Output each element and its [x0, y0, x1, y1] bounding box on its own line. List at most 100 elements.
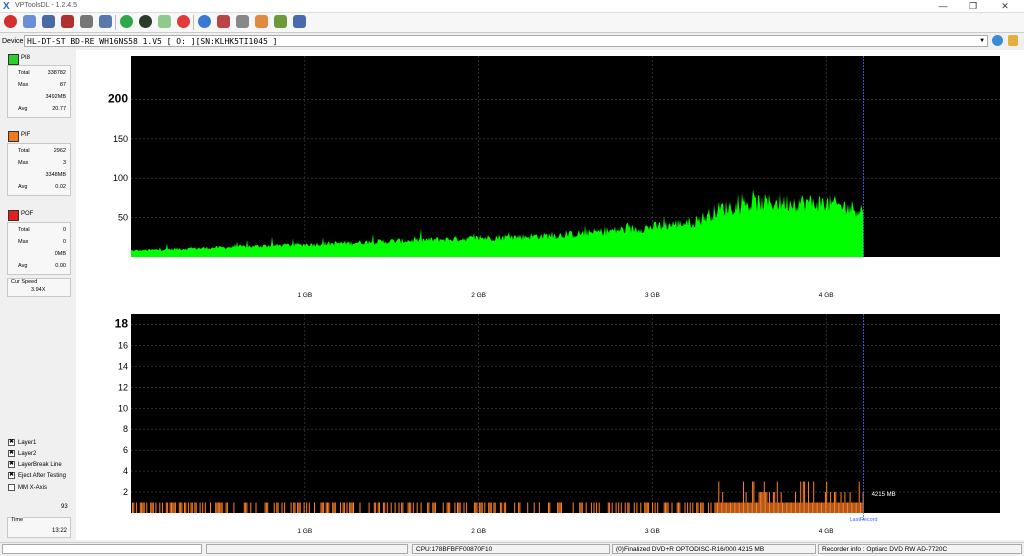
pif-bar — [519, 502, 521, 513]
pif-bar — [346, 502, 348, 513]
pif-bar — [255, 502, 257, 513]
save-icon[interactable] — [293, 15, 306, 28]
toolbar-separator — [115, 15, 116, 30]
pif-bar — [408, 502, 410, 513]
pif-bar — [132, 502, 133, 513]
minimize-button[interactable]: — — [928, 0, 958, 12]
pif-bar — [702, 502, 704, 513]
mmx-checkbox[interactable]: MM X-Axis — [8, 484, 47, 491]
pif-bar — [493, 502, 495, 513]
pif-y-tick-label: 6 — [123, 445, 128, 455]
disc-icon[interactable] — [139, 15, 152, 28]
pif-bar — [727, 502, 729, 513]
pif-bar — [624, 502, 626, 513]
pif-bar — [202, 502, 204, 513]
stop-icon[interactable] — [177, 15, 190, 28]
pif-bar — [172, 502, 174, 513]
print-icon[interactable] — [236, 15, 249, 28]
pif-bar — [697, 502, 699, 513]
maximize-button[interactable]: ❐ — [958, 0, 988, 12]
pi8-x-tick-label: 2 GB — [471, 292, 486, 299]
stat-key: Avg — [18, 263, 28, 269]
pif-bar — [446, 502, 448, 513]
power-icon[interactable] — [4, 15, 17, 28]
stat-key: Max — [18, 160, 29, 166]
pif-bar — [328, 502, 330, 513]
pif-bar — [756, 502, 757, 513]
lock-icon[interactable] — [1008, 35, 1018, 46]
pif-bar — [731, 502, 733, 513]
pif-bar — [687, 502, 689, 513]
pif-stats: Total 2962 Max 3 3348MB Avg 0.02 — [7, 143, 71, 196]
pif-bar — [489, 502, 491, 513]
pif-bar — [281, 502, 283, 513]
pif-bar — [801, 502, 803, 513]
info-icon[interactable] — [198, 15, 211, 28]
drive-icon[interactable] — [42, 15, 55, 28]
burn-icon[interactable] — [99, 15, 112, 28]
pif-bar — [843, 502, 845, 513]
scan-icon[interactable] — [23, 15, 36, 28]
pif-bar — [744, 502, 746, 513]
refresh-device-icon[interactable] — [992, 35, 1003, 46]
stat-key: Total — [18, 148, 30, 154]
pif-bar — [169, 502, 171, 513]
pif-bar — [303, 502, 305, 513]
pof-total: 0 — [62, 227, 66, 233]
stat-key: Max — [18, 82, 29, 88]
pif-bar — [753, 481, 755, 513]
pif-bar — [607, 502, 609, 513]
reader-icon[interactable] — [217, 15, 230, 28]
test-count: 93 — [61, 504, 68, 510]
pif-bar — [442, 502, 444, 513]
pif-bar — [454, 502, 456, 513]
refresh-icon[interactable] — [120, 15, 133, 28]
pif-bar — [783, 502, 785, 513]
eject-icon[interactable] — [61, 15, 74, 28]
pif-bar — [676, 502, 678, 513]
pi8-x-tick-label: 1 GB — [297, 292, 312, 299]
close-button[interactable]: ✕ — [990, 0, 1020, 12]
pif-bar — [459, 502, 461, 513]
speed-label: Cur Speed — [11, 279, 38, 285]
chevron-down-icon[interactable]: ▼ — [977, 36, 987, 46]
pif-bar — [276, 502, 278, 513]
pif-bar — [766, 492, 768, 513]
device-select[interactable]: HL-DT-ST BD-RE WH16NS58 1.V5 [ O: ][SN:K… — [24, 35, 988, 47]
pif-bar — [759, 492, 761, 513]
pif-bar — [845, 502, 847, 513]
pif-bar — [466, 502, 468, 513]
title-bar: X VPToolsDL - 1.2.4.5 — ❐ ✕ — [0, 0, 1024, 13]
pif-bar — [267, 502, 269, 513]
pif-avg: 0.02 — [55, 184, 66, 190]
pif-bar — [722, 492, 724, 513]
layer2-checkbox[interactable]: ✖ Layer2 — [8, 450, 36, 457]
pif-bar — [390, 502, 392, 513]
pif-bar — [646, 502, 648, 513]
time-box: Time 13:22 — [7, 517, 71, 538]
pif-bar — [457, 502, 458, 513]
verify-icon[interactable] — [158, 15, 171, 28]
pif-y-tick-label: 4 — [123, 466, 128, 476]
pif-bar — [284, 502, 286, 513]
erase-icon[interactable] — [80, 15, 93, 28]
pif-bar — [841, 502, 843, 513]
layerbreak-checkbox[interactable]: ✖ LayerBreak Line — [8, 461, 62, 468]
charts-svg: 1 GB 2 GB 3 GB 4 GB 50 100 150 200 1 GB 2 GB 3 GB… — [108, 56, 1000, 535]
pif-bar — [796, 502, 798, 513]
pif-bar — [432, 502, 434, 513]
speed-box: Cur Speed 3.94X — [7, 278, 71, 297]
chart-icon[interactable] — [274, 15, 287, 28]
pif-bar — [732, 502, 734, 513]
pif-mb: 3348MB — [45, 172, 67, 178]
pif-bar — [840, 492, 842, 513]
pif-bar — [585, 502, 587, 513]
hand-icon[interactable] — [255, 15, 268, 28]
pif-bar — [789, 502, 791, 513]
layer1-checkbox[interactable]: ✖ Layer1 — [8, 439, 36, 446]
pif-bar — [333, 502, 335, 513]
pif-bar — [187, 502, 189, 513]
pif-bar — [765, 492, 767, 513]
pif-bar — [579, 502, 581, 513]
eject-checkbox[interactable]: ✖ Eject After Testing — [8, 472, 66, 479]
